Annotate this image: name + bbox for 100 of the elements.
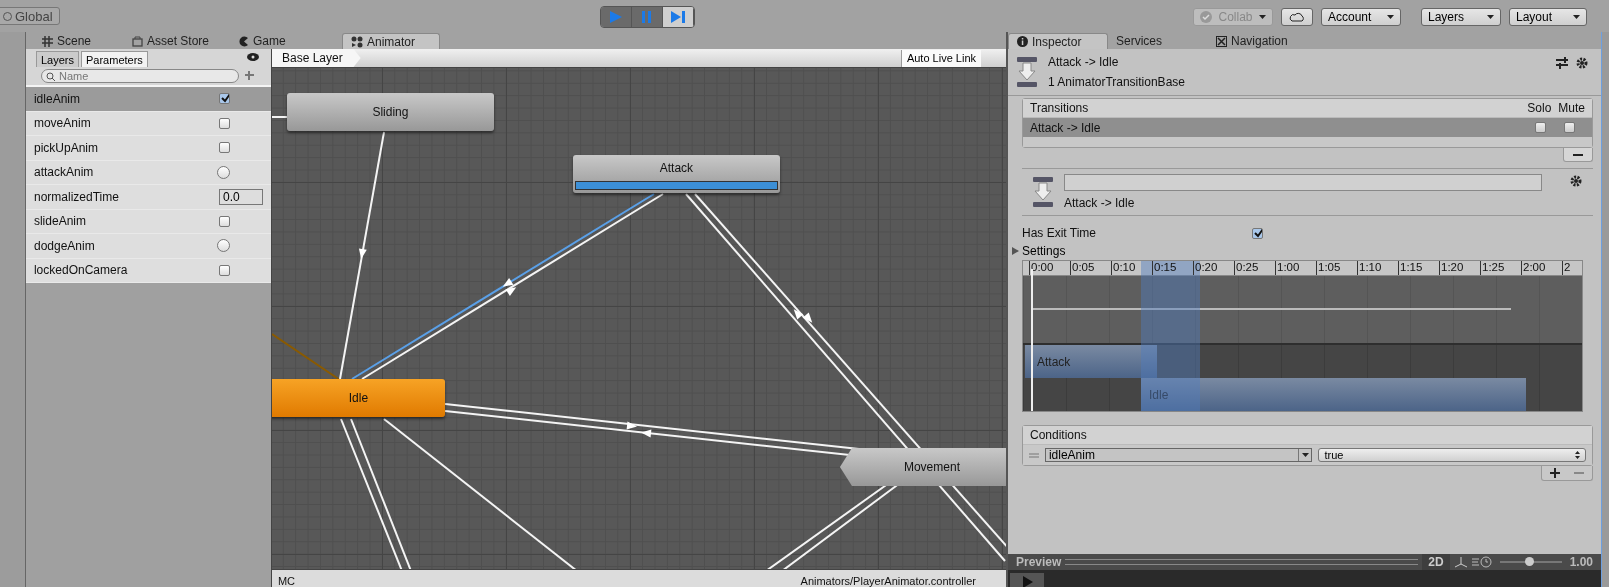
state-node[interactable]: Sliding <box>286 93 494 131</box>
search-icon <box>45 72 56 81</box>
add-button[interactable] <box>1550 467 1560 479</box>
trigger-radio[interactable] <box>216 165 230 179</box>
panel-tab[interactable]: Layers <box>35 51 79 67</box>
parameter-row[interactable]: normalizedTime 0.0 <box>25 185 271 210</box>
trigger-radio[interactable] <box>216 239 230 253</box>
cloud-button[interactable] <box>1281 8 1313 26</box>
cloud-icon <box>1289 12 1305 22</box>
checkbox[interactable] <box>218 264 230 276</box>
breadcrumb[interactable]: Base Layer <box>271 49 361 67</box>
mode-button[interactable]: 2D <box>1422 554 1450 570</box>
info-icon <box>1017 36 1028 47</box>
input-field[interactable]: 0.0 <box>218 188 263 205</box>
bag-icon <box>131 35 143 47</box>
parameter-name: idleAnim <box>33 91 80 106</box>
checkbox[interactable] <box>1564 122 1575 133</box>
time-tick: 0:15 <box>1152 261 1193 275</box>
checkbox[interactable] <box>218 93 230 105</box>
checkbox[interactable] <box>1252 227 1263 239</box>
settings-foldout[interactable]: Settings <box>1008 242 1601 260</box>
axes-icon[interactable] <box>1453 556 1468 568</box>
live-link-button[interactable]: Auto Live Link <box>900 49 981 67</box>
parameter-name: attackAnim <box>33 165 94 180</box>
nodes-icon <box>350 35 363 48</box>
state-node[interactable]: Idle <box>271 379 445 417</box>
time-tick: 1:20 <box>1439 261 1480 275</box>
state-name: Attack <box>659 160 694 177</box>
status-path: Animators/PlayerAnimator.controller <box>800 575 976 587</box>
time-tick: 1:25 <box>1480 261 1521 275</box>
parameter-row[interactable]: pickUpAnim <box>25 136 271 161</box>
drag-handle-icon[interactable] <box>1029 452 1039 458</box>
field-label: Has Exit Time <box>1022 226 1098 240</box>
transition-row[interactable]: Attack -> Idle <box>1023 117 1592 137</box>
caret-icon <box>1387 15 1394 19</box>
parameter-row[interactable]: attackAnim <box>25 160 271 185</box>
time-tick: 0:05 <box>1070 261 1111 275</box>
state-node[interactable]: Movement <box>839 448 1006 486</box>
editor-tab[interactable]: Animator <box>341 33 440 49</box>
checkbox[interactable] <box>1535 122 1546 133</box>
editor-tab[interactable]: Game <box>229 33 318 49</box>
checkbox[interactable] <box>218 117 230 129</box>
time-tick: 0:25 <box>1234 261 1275 275</box>
foldout-arrow-icon <box>1012 247 1019 255</box>
plus-icon <box>1550 468 1560 478</box>
checkbox[interactable] <box>218 215 230 227</box>
grid-icon <box>41 35 53 47</box>
panel-tab[interactable]: Parameters <box>81 51 148 67</box>
status-text: MC <box>277 575 296 587</box>
name-field[interactable] <box>1064 174 1542 191</box>
parameter-row[interactable]: dodgeAnim <box>25 234 271 259</box>
inspector-tab[interactable]: Inspector <box>1008 33 1108 49</box>
eye-icon[interactable] <box>246 53 259 61</box>
parameter-name: slideAnim <box>33 214 86 229</box>
transition-timeline[interactable]: 0:00 0:05 0:10 0:15 0:20 0:25 1:00 1:05 1:10 1:15 1:20 1:25 2:00 2 Attack Idle <box>1022 260 1583 412</box>
column-label: Solo <box>1527 101 1552 115</box>
globe-icon <box>3 11 12 21</box>
time-tick: 0:10 <box>1111 261 1152 275</box>
step-icon <box>670 10 686 24</box>
plus-icon[interactable] <box>244 70 256 82</box>
transition-caption: Attack -> Idle <box>1064 196 1136 210</box>
global-button[interactable]: Global <box>0 7 60 25</box>
remove-button[interactable] <box>1563 148 1593 162</box>
time-tick: 1:15 <box>1398 261 1439 275</box>
parameter-row[interactable]: slideAnim <box>25 209 271 234</box>
search-field[interactable]: Name <box>40 69 239 83</box>
time-tick: 2:00 <box>1521 261 1562 275</box>
value-dropdown[interactable]: true <box>1318 448 1586 462</box>
list-title: Transitions <box>1030 101 1089 115</box>
step-button[interactable] <box>663 7 694 27</box>
time-tick: 1:00 <box>1275 261 1316 275</box>
account-menu[interactable]: Account <box>1321 8 1401 26</box>
parameter-row[interactable]: idleAnim <box>25 87 271 112</box>
checkbox[interactable] <box>218 142 230 154</box>
parameter-row[interactable]: lockedOnCamera <box>25 258 271 283</box>
speed-value: 1.00 <box>1569 555 1593 569</box>
layers-menu[interactable]: Layers <box>1421 8 1501 26</box>
parameter-row[interactable]: moveAnim <box>25 111 271 136</box>
inspector-tab[interactable]: Services <box>1108 33 1208 49</box>
settings-icon[interactable] <box>1570 175 1583 188</box>
layout-menu[interactable]: Layout <box>1509 8 1587 26</box>
speed-icon[interactable] <box>1471 556 1492 568</box>
check-icon <box>1200 11 1212 23</box>
editor-tab[interactable]: Scene <box>33 33 122 49</box>
clip-bar[interactable]: Attack <box>1025 345 1157 378</box>
sliders-icon[interactable] <box>1556 57 1568 69</box>
scrollbar[interactable] <box>1601 32 1609 587</box>
settings-icon[interactable] <box>1576 57 1589 70</box>
inspector-title: Attack -> Idle <box>1048 55 1120 69</box>
time-tick: 1:10 <box>1357 261 1398 275</box>
inspector-tab[interactable]: Navigation <box>1208 33 1318 49</box>
state-node[interactable]: Attack <box>572 155 780 193</box>
pacman-icon <box>237 35 249 47</box>
play-icon <box>1020 573 1034 587</box>
editor-tab[interactable]: Asset Store <box>123 33 228 49</box>
list-title: Conditions <box>1030 428 1087 442</box>
stepper-icon <box>1575 451 1580 459</box>
time-tick: 0:20 <box>1193 261 1234 275</box>
play-button[interactable] <box>1010 573 1044 587</box>
parameter-dropdown[interactable]: idleAnim <box>1044 448 1313 462</box>
